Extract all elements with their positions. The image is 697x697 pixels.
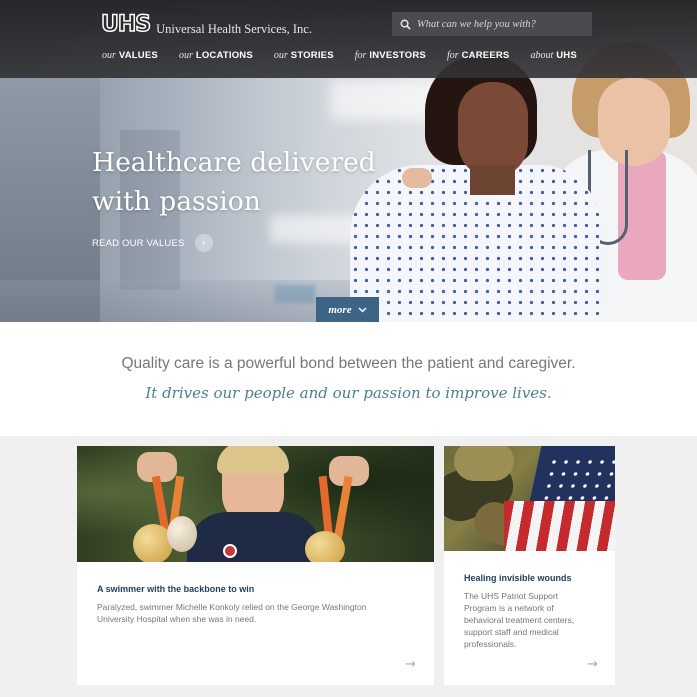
hero-title: Healthcare delivered with passion: [92, 147, 376, 217]
nav-locations[interactable]: our LOCATIONS: [179, 50, 253, 61]
card-body: The UHS Patriot Support Program is a net…: [464, 591, 575, 649]
logo-mark: UHS: [100, 11, 152, 37]
site-header: UHS Universal Health Services, Inc. ourV…: [0, 0, 697, 78]
card-title[interactable]: A swimmer with the backbone to win: [97, 584, 254, 594]
card-title[interactable]: Healing invisible wounds: [464, 573, 572, 583]
search-icon[interactable]: [400, 19, 411, 30]
nav-careers[interactable]: for CAREERS: [447, 50, 510, 61]
flag-camo-photo: [444, 446, 615, 551]
search-input[interactable]: [417, 18, 587, 30]
tagline-section: Quality care is a powerful bond between …: [0, 322, 697, 436]
uhs-logo[interactable]: UHS Universal Health Services, Inc.: [100, 11, 312, 37]
nav-stories[interactable]: our STORIES: [274, 50, 334, 61]
card-body: Paralyzed, swimmer Michelle Konkoly reli…: [97, 602, 367, 624]
nav-about[interactable]: about UHS: [530, 50, 576, 61]
more-label: more: [328, 303, 352, 316]
nav-investors[interactable]: for INVESTORS: [355, 50, 426, 61]
main-nav: our VALUES our LOCATIONS our STORIES for INV…: [102, 50, 598, 61]
story-card-swimmer[interactable]: A swimmer with the backbone to win Paral…: [77, 446, 434, 685]
more-button[interactable]: more: [316, 297, 379, 322]
search-bar: [392, 12, 592, 36]
story-card-patriot[interactable]: Healing invisible wounds The UHS Patriot…: [444, 446, 615, 685]
tagline-secondary: It drives our people and our passion to …: [145, 384, 552, 402]
stories-section: A swimmer with the backbone to win Paral…: [0, 436, 697, 697]
cta-label: READ OUR VALUES: [92, 237, 185, 249]
tagline-primary: Quality care is a powerful bond between …: [121, 355, 576, 372]
read-our-values-link[interactable]: READ OUR VALUES ›: [92, 234, 213, 252]
chevron-down-icon: [358, 306, 367, 313]
swimmer-photo: [77, 446, 434, 562]
page: Healthcare delivered with passion READ O…: [0, 0, 697, 697]
nav-values[interactable]: our VALUES: [102, 50, 158, 61]
logo-text: Universal Health Services, Inc.: [156, 22, 312, 36]
arrow-right-icon[interactable]: →: [405, 657, 416, 672]
chevron-right-icon: ›: [194, 234, 213, 252]
arrow-right-icon[interactable]: →: [587, 657, 598, 672]
